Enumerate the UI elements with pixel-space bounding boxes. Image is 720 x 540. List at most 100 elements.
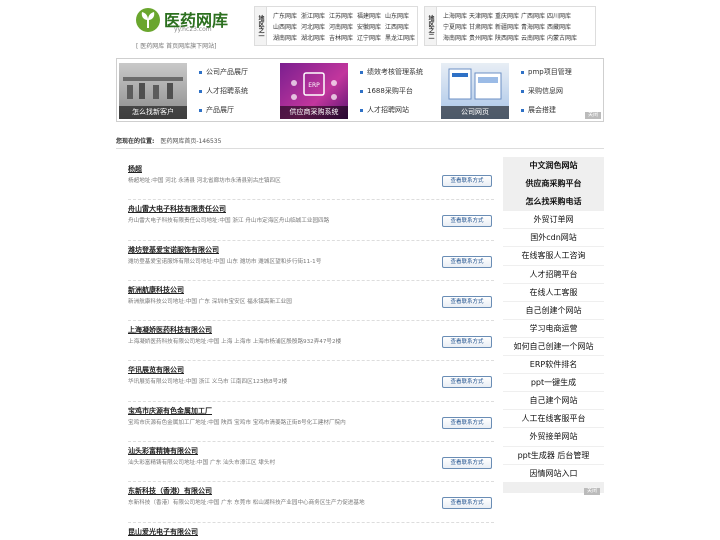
view-contact-button[interactable]: 查看联系方式	[442, 416, 492, 429]
sidebar-link[interactable]: 在线人工客服	[503, 283, 604, 302]
banner-link[interactable]: 产品展厅	[199, 105, 248, 124]
sidebar-link[interactable]: 因情网站入口	[503, 464, 604, 483]
region-link[interactable]: 贵州网库	[469, 33, 493, 42]
banner-image-3[interactable]: 公司网页	[441, 63, 509, 119]
company-address: 汕头彩富精铸有限公司地址:中国 广东 汕头市濠江区 埭头村	[128, 460, 276, 467]
company-name-link[interactable]: 华讯展览有限公司	[128, 365, 184, 375]
region-tag-2: 地区之二	[425, 7, 437, 45]
banner-link[interactable]: 展会搭建	[521, 105, 572, 124]
company-name-link[interactable]: 昆山爱光电子有限公司	[128, 527, 198, 537]
company-name-link[interactable]: 汕头彩富精铸有限公司	[128, 446, 198, 456]
company-name-link[interactable]: 杨超	[128, 164, 142, 174]
breadcrumb: 您现在的位置: 医药网库首页-146535	[116, 136, 604, 146]
region-link[interactable]: 吉林网库	[329, 33, 354, 42]
svg-text:ERP: ERP	[308, 82, 320, 89]
banner-link[interactable]: 公司产品展厅	[199, 67, 248, 86]
region-link[interactable]: 安徽网库	[357, 22, 382, 31]
sidebar-link[interactable]: 供应商采购平台	[503, 175, 604, 194]
region-link[interactable]: 甘肃网库	[469, 22, 493, 31]
region-link[interactable]: 广西网库	[521, 11, 545, 20]
sidebar-link[interactable]: 自己创建个网站	[503, 301, 604, 320]
banner-link[interactable]: pmp项目管理	[521, 67, 572, 86]
company-address: 潍坊登基爱宝诺服饰有限公司地址:中国 山东 潍坊市 潍城区望和步行街11-1号	[128, 258, 322, 265]
region-link[interactable]: 陕西网库	[495, 33, 519, 42]
banner-links-3: pmp项目管理 采购信息网 展会搭建	[521, 67, 572, 124]
region-link[interactable]: 江苏网库	[329, 11, 354, 20]
company-name-link[interactable]: 东新科技（香港）有限公司	[128, 486, 212, 496]
company-address: 上海凝娇医药科技有限公司地址:中国 上海 上海市 上海市杨浦区殷殷路932弄47…	[128, 339, 342, 346]
company-name-link[interactable]: 潍坊登基爱宝诺服饰有限公司	[128, 245, 219, 255]
region-link[interactable]: 西藏网库	[547, 22, 571, 31]
breadcrumb-path[interactable]: 医药网库首页-146535	[160, 138, 221, 145]
region-link[interactable]: 辽宁网库	[357, 33, 382, 42]
sidebar-link[interactable]: 在线客服人工咨询	[503, 247, 604, 266]
region-link[interactable]: 青海网库	[521, 22, 545, 31]
banner-link[interactable]: 1688采购平台	[360, 86, 423, 105]
region-link[interactable]: 湖北网库	[301, 33, 326, 42]
region-link[interactable]: 浙江网库	[301, 11, 326, 20]
region-link[interactable]: 黑龙江网库	[385, 33, 415, 42]
view-contact-button[interactable]: 查看联系方式	[442, 336, 492, 349]
view-contact-button[interactable]: 查看联系方式	[442, 255, 492, 268]
region-link[interactable]: 湖南网库	[273, 33, 298, 42]
sidebar-link[interactable]: ERP软件排名	[503, 356, 604, 375]
region-link[interactable]: 福建网库	[357, 11, 382, 20]
sidebar-link[interactable]: ppt一键生成	[503, 374, 604, 393]
sidebar-link[interactable]: 学习电商运营	[503, 319, 604, 338]
banner-block-2: ERP 供应商采购系统 绩效考核管理系统 1688采购平台 人才招聘网站	[278, 61, 438, 121]
sidebar-close-button[interactable]: 关闭	[583, 488, 600, 495]
sidebar-link[interactable]: 如何自己创建一个网站	[503, 337, 604, 357]
banner-image-2[interactable]: ERP 供应商采购系统	[280, 63, 348, 119]
region-link[interactable]: 河南网库	[329, 22, 354, 31]
sidebar-link[interactable]: ppt生成器 后台管理	[503, 446, 604, 465]
sidebar-link[interactable]: 人工在线客服平台	[503, 410, 604, 429]
region-link[interactable]: 山西网库	[273, 22, 298, 31]
list-item: 宝鸡市庆源有色金属加工厂 宝鸡市庆源有色金属加工厂地址:中国 陕西 宝鸡市 宝鸡市…	[128, 402, 494, 443]
sidebar-link[interactable]: 人才招聘平台	[503, 265, 604, 284]
list-item: 华讯展览有限公司 华讯展览有限公司地址:中国 浙江 义乌市 江南四区123栋8号2…	[128, 361, 494, 402]
logo-icon[interactable]	[136, 8, 160, 32]
region-link[interactable]: 内蒙古网库	[547, 33, 577, 42]
region-link[interactable]: 云南网库	[521, 33, 545, 42]
view-contact-button[interactable]: 查看联系方式	[442, 376, 492, 389]
sidebar-link[interactable]: 怎么找采购电话	[503, 193, 604, 212]
region-link	[573, 33, 596, 42]
region-link[interactable]: 广东网库	[273, 11, 298, 20]
company-name-link[interactable]: 舟山雷大电子科技有限责任公司	[128, 204, 226, 214]
region-links-2: 上海网库 天津网库 重庆网库 广西网库 四川网库宁夏网库 甘肃网库 新疆网库 青海网库 西藏网库…	[443, 11, 596, 42]
banner-image-1[interactable]: 怎么找新客户	[119, 63, 187, 119]
logo-subtitle[interactable]: [ 医药网库 首页网库旗下网站]	[136, 41, 217, 50]
view-contact-button[interactable]: 查看联系方式	[442, 215, 492, 228]
banner-link[interactable]: 采购信息网	[521, 86, 572, 105]
banner-link[interactable]: 人才招聘网站	[360, 105, 423, 124]
region-link[interactable]: 重庆网库	[495, 11, 519, 20]
region-link[interactable]: 江西网库	[385, 22, 410, 31]
sidebar-link[interactable]: 中文润色网站	[503, 157, 604, 176]
banner-link[interactable]: 绩效考核管理系统	[360, 67, 423, 86]
view-contact-button[interactable]: 查看联系方式	[442, 295, 492, 308]
sidebar-link[interactable]: 外贸接单网站	[503, 428, 604, 447]
region-link[interactable]: 山东网库	[385, 11, 410, 20]
company-name-link[interactable]: 宝鸡市庆源有色金属加工厂	[128, 406, 212, 416]
region-box-1: 地区之一 广东网库 浙江网库 江苏网库 福建网库 山东网库 山西网库 河北网库 河南网库 安徽网…	[254, 6, 418, 46]
view-contact-button[interactable]: 查看联系方式	[442, 457, 492, 470]
region-link[interactable]: 海南网库	[443, 33, 467, 42]
list-item: 潍坊登基爱宝诺服饰有限公司潍坊登基爱宝诺服饰有限公司地址:中国 山东 潍坊市 潍…	[128, 241, 494, 281]
view-contact-button[interactable]: 查看联系方式	[442, 497, 492, 510]
region-link[interactable]: 河北网库	[301, 22, 326, 31]
banner-close-button[interactable]: 关闭	[584, 112, 601, 119]
region-link	[573, 22, 596, 31]
region-link[interactable]: 上海网库	[443, 11, 467, 20]
region-link	[573, 11, 596, 20]
region-link[interactable]: 新疆网库	[495, 22, 519, 31]
sidebar-link[interactable]: 国外cdn网站	[503, 229, 604, 248]
sidebar-link[interactable]: 外贸订单网	[503, 211, 604, 230]
sidebar-link[interactable]: 自己建个网站	[503, 392, 604, 411]
view-contact-button[interactable]: 查看联系方式	[442, 175, 492, 187]
region-link[interactable]: 天津网库	[469, 11, 493, 20]
region-link[interactable]: 四川网库	[547, 11, 571, 20]
banner-link[interactable]: 人才招聘系统	[199, 86, 248, 105]
region-link[interactable]: 宁夏网库	[443, 22, 467, 31]
company-name-link[interactable]: 新洲航康科技公司	[128, 285, 184, 295]
company-name-link[interactable]: 上海凝娇医药科技有限公司	[128, 325, 212, 335]
